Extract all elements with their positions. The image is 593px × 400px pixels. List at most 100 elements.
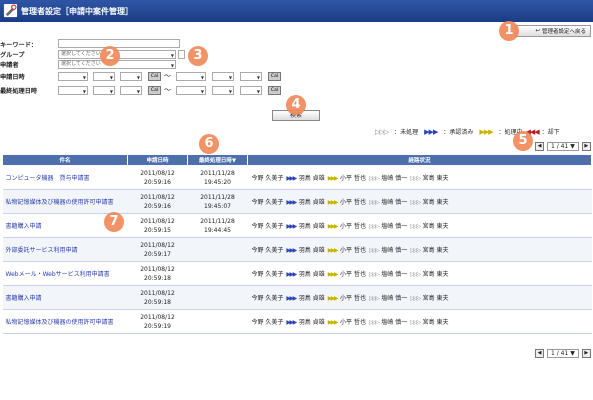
route-person: 小平 哲也 [340, 295, 366, 302]
final-from-cal-button[interactable]: Cal [148, 86, 161, 95]
route-person: 宮島 東夫 [422, 319, 449, 326]
unprocessed-arrow-icon: ▷▷▷ [375, 127, 389, 136]
applied-datetime: 2011/08/12 20:59:16 [127, 165, 188, 190]
route-status: 今野 久美子 ▶▶▶ 羽鳥 貞雄 ▶▶▶ 小平 哲也 ▷▷▷ 塩崎 慎一 ▷▷▷ 宮島 東夫 [247, 261, 592, 286]
route-arrow-icon: ▷▷▷ [368, 247, 380, 254]
final-datetime [187, 309, 248, 334]
route-arrow-icon: ▶▶▶ [327, 247, 339, 254]
date-to-month[interactable]: ▼ [212, 72, 234, 81]
table-row[interactable]: コンピュータ機器 貸与申請書 2011/08/12 20:59:16 2011/11/… [2, 165, 592, 190]
route-arrow-icon: ▶▶▶ [286, 175, 297, 182]
route-arrow-icon: ▷▷▷ [410, 247, 421, 254]
page-select[interactable]: 1 / 41 ▼ [547, 141, 579, 151]
table-row[interactable]: 私物記憶媒体及び機器の使用許可申請書 2011/08/12 20:59:19 今野 久… [2, 309, 592, 334]
final-from-year[interactable]: ▼ [58, 86, 88, 95]
application-name-link[interactable]: コンピュータ機器 貸与申請書 [2, 165, 128, 190]
applied-datetime: 2011/08/12 20:59:15 [127, 213, 188, 238]
applied-datetime: 2011/08/12 20:59:18 [127, 285, 188, 310]
route-arrow-icon: ▶▶▶ [286, 295, 297, 302]
route-person: 羽鳥 貞雄 [298, 223, 325, 230]
route-arrow-icon: ▶▶▶ [286, 271, 297, 278]
group-search-button[interactable] [178, 50, 185, 59]
date-to-cal-button[interactable]: Cal [268, 72, 281, 81]
final-from-day[interactable]: ▼ [120, 86, 142, 95]
date-from-day[interactable]: ▼ [120, 72, 142, 81]
table-row[interactable]: 書籍購入申請 2011/08/12 20:59:18 今野 久美子 ▶▶▶ 羽鳥 貞雄 ▶▶… [2, 285, 592, 310]
route-person: 宮島 東夫 [422, 175, 449, 182]
route-person: 塩崎 慎一 [381, 175, 408, 182]
final-datetime [187, 285, 248, 310]
route-status: 今野 久美子 ▶▶▶ 羽鳥 貞雄 ▶▶▶ 小平 哲也 ▷▷▷ 塩崎 慎一 ▷▷▷ 宮島 東夫 [247, 309, 592, 334]
application-name-link[interactable]: 私物記憶媒体及び機器の使用許可申請書 [2, 309, 128, 334]
col-header-final[interactable]: 最終処理日時▼ [187, 154, 248, 166]
route-arrow-icon: ▷▷▷ [410, 199, 421, 206]
final-to-month[interactable]: ▼ [212, 86, 234, 95]
route-person: 今野 久美子 [251, 271, 284, 278]
route-arrow-icon: ▶▶▶ [327, 295, 339, 302]
prev-page-button[interactable]: ◀ [535, 348, 544, 358]
route-person: 宮島 東夫 [422, 223, 449, 230]
route-arrow-icon: ▶▶▶ [286, 223, 297, 230]
table-row[interactable]: 私物記憶媒体及び機器の使用許可申請書 2011/08/12 20:59:16 2011… [2, 189, 592, 214]
route-person: 今野 久美子 [251, 175, 284, 182]
route-person: 羽鳥 貞雄 [298, 271, 325, 278]
table-row[interactable]: 外部委託サービス利用申請 2011/08/12 20:59:17 今野 久美子 ▶▶▶ 羽… [2, 237, 592, 262]
table-row[interactable]: 書籍購入申請 2011/08/12 20:59:15 2011/11/28 19:44:… [2, 213, 592, 238]
status-legend: ▷▷▷ ：未処理 ▶▶▶ ：承認済み ▶▶▶ ：処理中 ◀◀◀ ：却下 [375, 127, 560, 137]
route-arrow-icon: ▷▷▷ [368, 175, 380, 182]
route-status: 今野 久美子 ▶▶▶ 羽鳥 貞雄 ▶▶▶ 小平 哲也 ▷▷▷ 塩崎 慎一 ▷▷▷ 宮島 東夫 [247, 213, 592, 238]
route-person: 塩崎 慎一 [381, 247, 408, 254]
prev-page-button[interactable]: ◀ [535, 141, 544, 151]
final-datetime: 2011/11/28 19:45:07 [187, 189, 248, 214]
route-arrow-icon: ▶▶▶ [286, 247, 297, 254]
final-range-tilde: 〜 [164, 86, 171, 94]
route-person: 今野 久美子 [251, 247, 284, 254]
route-person: 小平 哲也 [340, 247, 366, 254]
route-person: 小平 哲也 [340, 199, 366, 206]
application-name-link[interactable]: 書籍購入申請 [2, 285, 128, 310]
applied-datetime: 2011/08/12 20:59:18 [127, 261, 188, 286]
applied-datetime: 2011/08/12 20:59:16 [127, 189, 188, 214]
title-bar: 管理者設定［申請中案件管理］ [0, 0, 593, 22]
application-name-link[interactable]: 外部委託サービス利用申請 [2, 237, 128, 262]
final-datetime [187, 261, 248, 286]
date-to-year[interactable]: ▼ [176, 72, 206, 81]
final-date-label: 最終処理日時 [0, 88, 38, 95]
route-arrow-icon: ▶▶▶ [327, 223, 339, 230]
route-person: 宮島 東夫 [422, 199, 449, 206]
back-to-admin-button[interactable]: ↩ 管理者設定へ戻る [515, 25, 591, 37]
keyword-input[interactable] [58, 39, 180, 48]
final-to-cal-button[interactable]: Cal [268, 86, 281, 95]
next-page-button[interactable]: ▶ [581, 348, 591, 358]
col-header-name: 件名 [2, 154, 128, 166]
final-to-year[interactable]: ▼ [176, 86, 206, 95]
col-header-route: 経路状況 [247, 154, 592, 166]
route-status: 今野 久美子 ▶▶▶ 羽鳥 貞雄 ▶▶▶ 小平 哲也 ▷▷▷ 塩崎 慎一 ▷▷▷ 宮島 東夫 [247, 237, 592, 262]
route-person: 羽鳥 貞雄 [298, 295, 325, 302]
route-arrow-icon: ▶▶▶ [327, 199, 339, 206]
application-name-link[interactable]: 私物記憶媒体及び機器の使用許可申請書 [2, 189, 128, 214]
date-from-year[interactable]: ▼ [58, 72, 88, 81]
route-person: 羽鳥 貞雄 [298, 247, 325, 254]
route-person: 小平 哲也 [340, 319, 366, 326]
table-row[interactable]: Webメール・Webサービス利用申請書 2011/08/12 20:59:18 今野 … [2, 261, 592, 286]
page-select[interactable]: 1 / 41 ▼ [547, 348, 579, 358]
route-arrow-icon: ▷▷▷ [368, 319, 380, 326]
date-from-month[interactable]: ▼ [93, 72, 115, 81]
final-from-month[interactable]: ▼ [93, 86, 115, 95]
next-page-button[interactable]: ▶ [581, 141, 591, 151]
date-from-cal-button[interactable]: Cal [148, 72, 161, 81]
pager-bottom: ◀ 1 / 41 ▼ ▶ [535, 348, 591, 358]
final-to-day[interactable]: ▼ [240, 86, 262, 95]
route-person: 羽鳥 貞雄 [298, 319, 325, 326]
final-datetime: 2011/11/28 19:44:45 [187, 213, 248, 238]
route-arrow-icon: ▶▶▶ [286, 199, 297, 206]
route-arrow-icon: ▷▷▷ [368, 223, 380, 230]
route-person: 今野 久美子 [251, 199, 284, 206]
date-to-day[interactable]: ▼ [240, 72, 262, 81]
application-name-link[interactable]: Webメール・Webサービス利用申請書 [2, 261, 128, 286]
route-status: 今野 久美子 ▶▶▶ 羽鳥 貞雄 ▶▶▶ 小平 哲也 ▷▷▷ 塩崎 慎一 ▷▷▷ 宮島 東夫 [247, 165, 592, 190]
route-person: 塩崎 慎一 [381, 223, 408, 230]
route-arrow-icon: ▶▶▶ [286, 319, 297, 326]
callout-badge-5: 5 [513, 131, 533, 151]
